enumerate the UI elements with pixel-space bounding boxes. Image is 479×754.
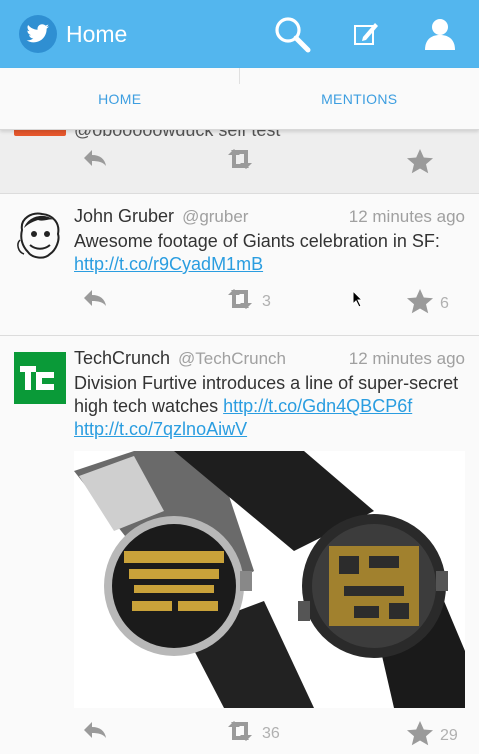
- author-handle[interactable]: @TechCrunch: [178, 349, 286, 369]
- twitter-bird-icon[interactable]: [19, 15, 57, 53]
- reply-icon[interactable]: [82, 720, 108, 740]
- profile-icon[interactable]: [418, 12, 462, 56]
- author-name[interactable]: TechCrunch: [74, 348, 170, 369]
- favorite-button[interactable]: 29: [406, 720, 458, 751]
- favorite-icon: [406, 288, 434, 319]
- tweet-media-image[interactable]: [74, 451, 465, 708]
- tab-divider: [239, 68, 240, 84]
- timeline[interactable]: @obooooowduck self test John Gruber @gru…: [0, 130, 479, 754]
- timestamp: 12 minutes ago: [348, 207, 465, 226]
- avatar[interactable]: [14, 210, 66, 262]
- tab-home-label: HOME: [98, 90, 142, 107]
- favorite-button[interactable]: 6: [406, 288, 449, 319]
- tweet-text: Division Furtive introduces a line of su…: [74, 372, 465, 441]
- tweet-link[interactable]: http://t.co/7qzlnoAiwV: [74, 419, 247, 439]
- author-handle[interactable]: @gruber: [182, 207, 248, 227]
- retweet-button[interactable]: 36: [224, 720, 280, 747]
- tweet-link[interactable]: http://t.co/Gdn4QBCP6f: [223, 396, 412, 416]
- tab-mentions-label: MENTIONS: [321, 90, 398, 107]
- page-title: Home: [66, 20, 128, 47]
- tweet-partial[interactable]: @obooooowduck self test: [0, 130, 479, 194]
- tweet-body: John Gruber @gruber 12 minutes ago Aweso…: [74, 206, 465, 276]
- favorite-icon: [406, 720, 434, 751]
- tweet-actions: 3 6: [0, 276, 479, 326]
- tweet[interactable]: TechCrunch @TechCrunch 12 minutes ago Di…: [0, 336, 479, 754]
- favorite-count: 29: [440, 726, 458, 744]
- action-bar: Home: [0, 0, 479, 68]
- favorite-icon[interactable]: [406, 148, 434, 174]
- tweet-text: Awesome footage of Giants celebration in…: [74, 230, 465, 276]
- tab-mentions[interactable]: MENTIONS: [240, 68, 479, 129]
- retweet-count: 36: [262, 724, 280, 742]
- author-name[interactable]: John Gruber: [74, 206, 174, 227]
- tab-home[interactable]: HOME: [0, 68, 240, 129]
- avatar[interactable]: [14, 352, 66, 404]
- retweet-icon[interactable]: [224, 148, 256, 170]
- tweet-actions: [0, 136, 479, 186]
- favorite-count: 6: [440, 294, 449, 312]
- tweet-header: John Gruber @gruber 12 minutes ago: [74, 206, 465, 230]
- tweet-actions: 36 29: [0, 708, 479, 754]
- retweet-button[interactable]: 3: [224, 288, 271, 315]
- tweet-header: TechCrunch @TechCrunch 12 minutes ago: [74, 348, 465, 372]
- search-icon[interactable]: [270, 12, 314, 56]
- reply-icon[interactable]: [82, 148, 108, 168]
- retweet-count: 3: [262, 292, 271, 310]
- reply-icon[interactable]: [82, 288, 108, 308]
- tweet-link[interactable]: http://t.co/r9CyadM1mB: [74, 254, 263, 274]
- retweet-icon: [224, 288, 256, 315]
- tweet-body: TechCrunch @TechCrunch 12 minutes ago Di…: [74, 348, 465, 708]
- tab-bar: HOME MENTIONS: [0, 68, 479, 130]
- timestamp: 12 minutes ago: [348, 349, 465, 368]
- mouse-cursor-icon: [352, 289, 364, 313]
- tweet[interactable]: John Gruber @gruber 12 minutes ago Aweso…: [0, 194, 479, 336]
- retweet-icon: [224, 720, 256, 747]
- twitter-app: Home HOME MENTIONS @obooooowduck self te…: [0, 0, 479, 754]
- compose-icon[interactable]: [344, 12, 388, 56]
- tweet-text-content: Awesome footage of Giants celebration in…: [74, 231, 440, 251]
